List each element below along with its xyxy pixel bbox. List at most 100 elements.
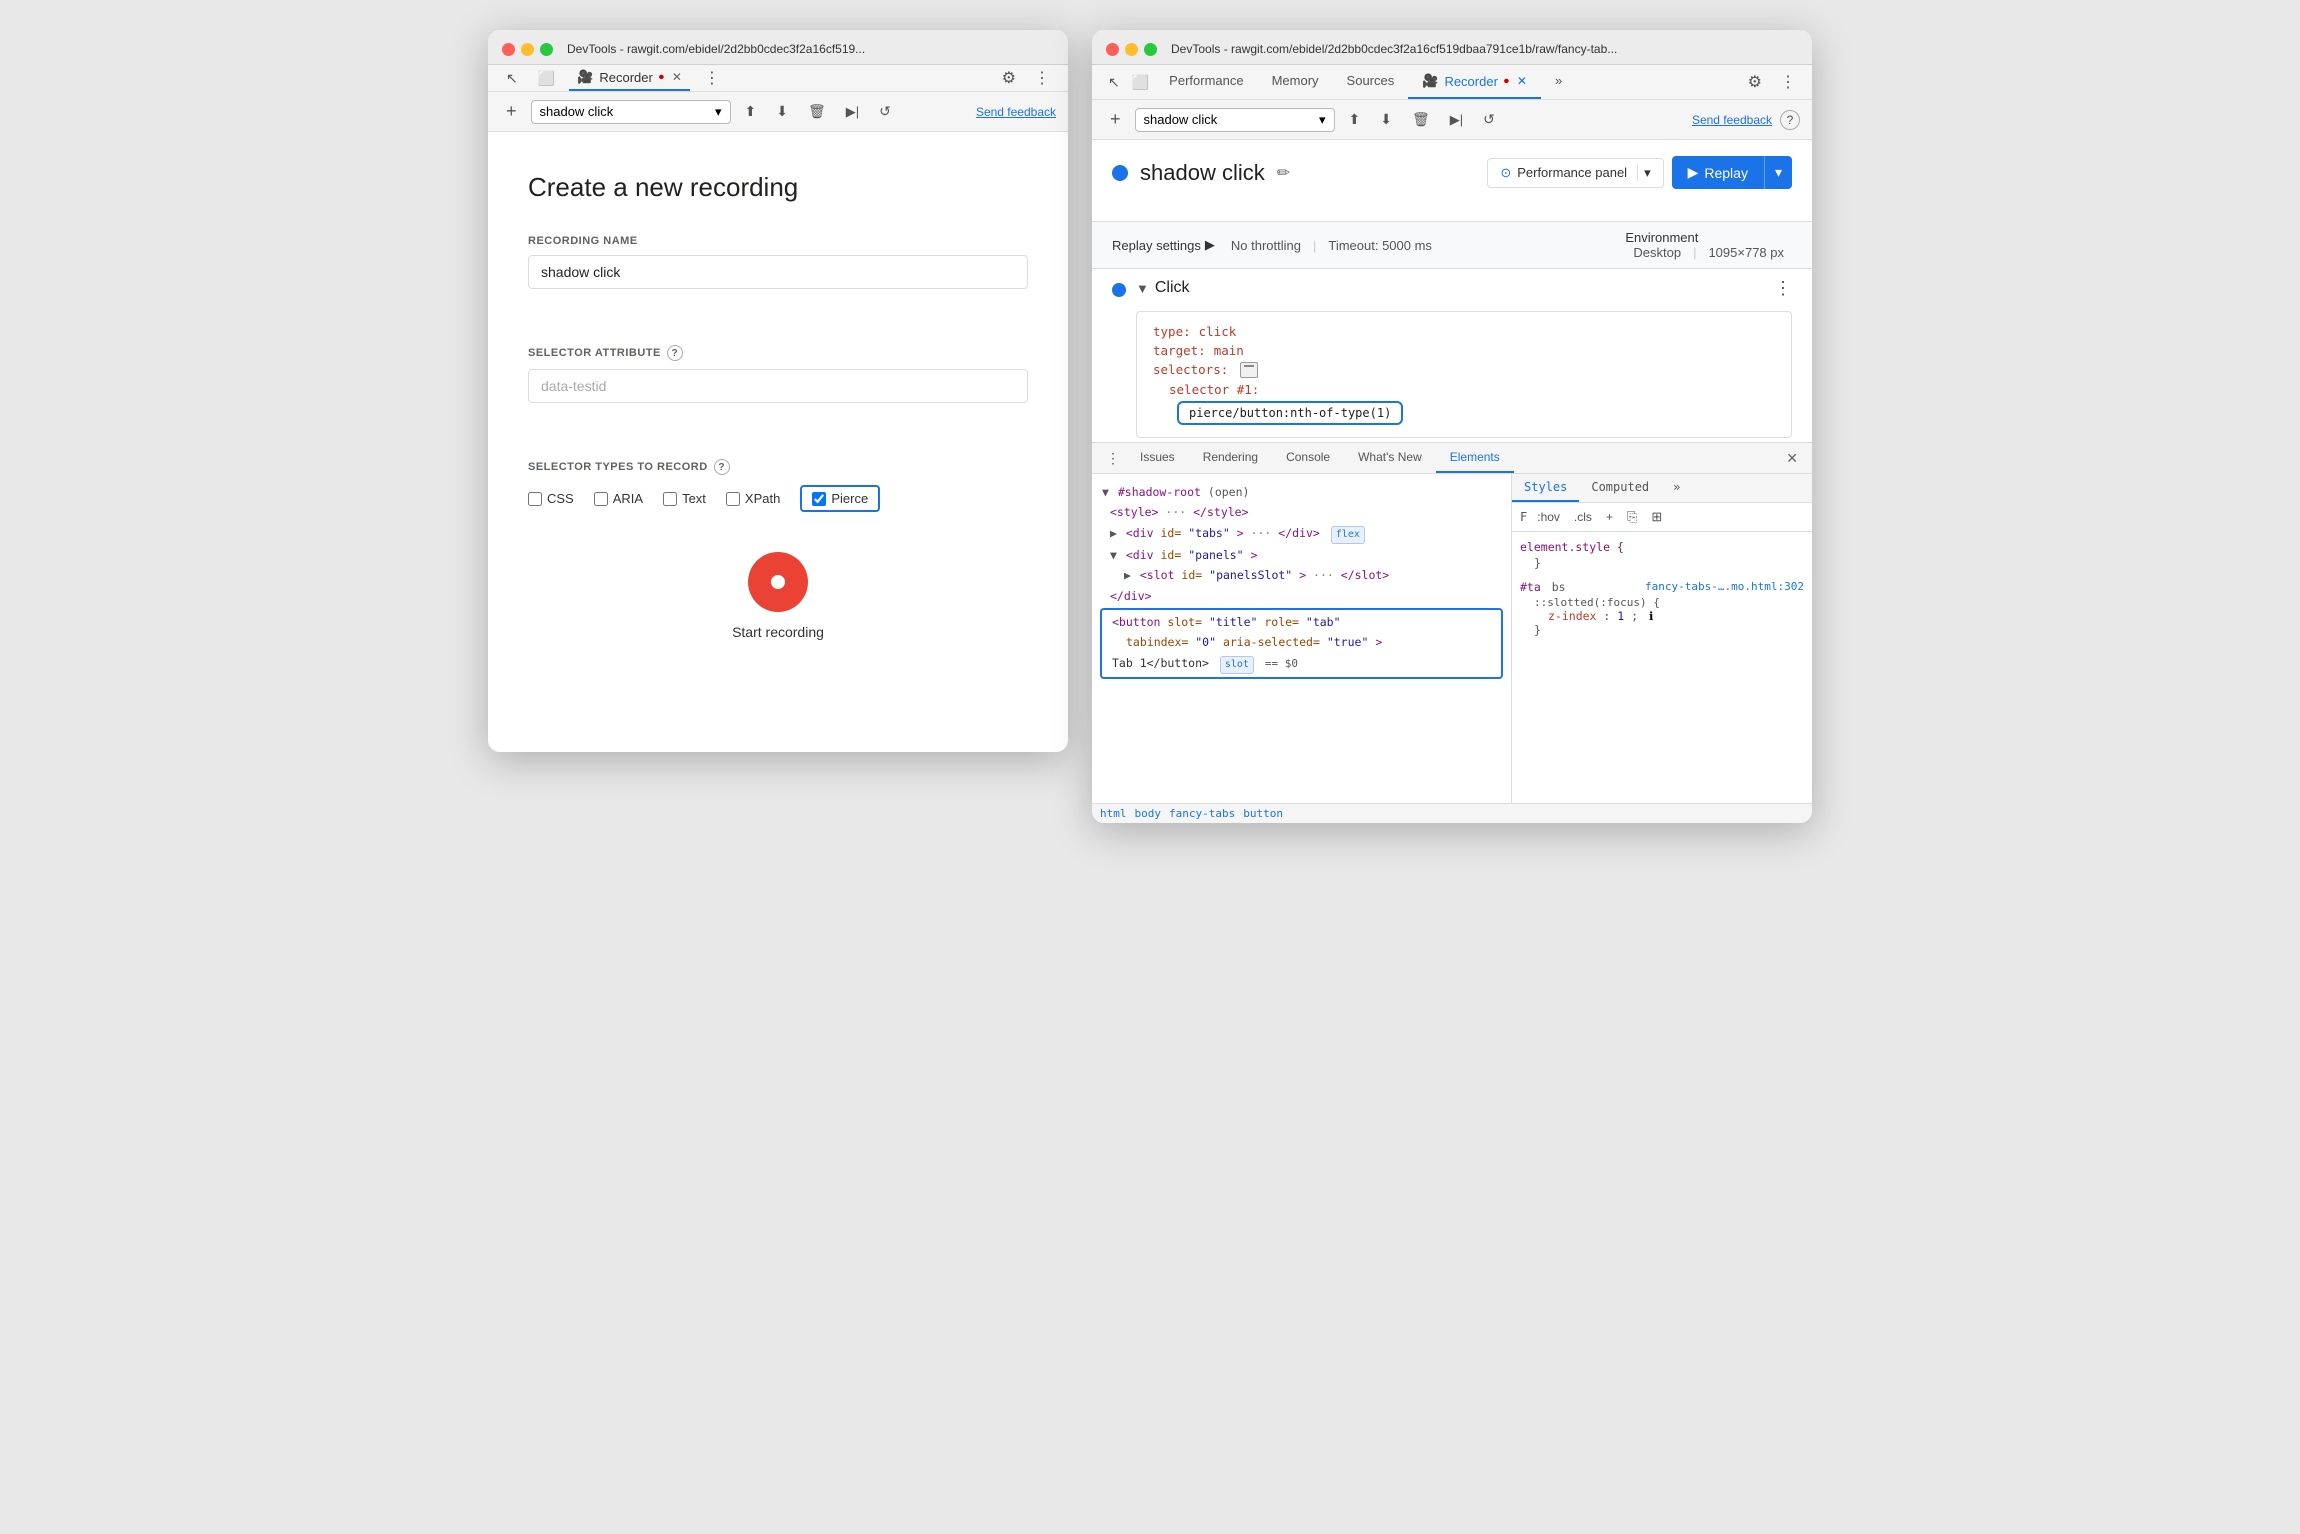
start-recording-button[interactable] — [748, 552, 808, 612]
recording-name-input[interactable] — [528, 255, 1028, 289]
selector-attr-input[interactable] — [528, 369, 1028, 403]
checkbox-css-input[interactable] — [528, 492, 542, 506]
checkbox-xpath[interactable]: XPath — [726, 491, 780, 506]
checkbox-text-input[interactable] — [663, 492, 677, 506]
styles-hov-btn[interactable]: :hov — [1533, 508, 1564, 526]
left-dropdown-arrow[interactable]: ▾ — [715, 104, 722, 120]
right-download-btn[interactable]: ⬇ — [1374, 108, 1398, 131]
left-device-btn[interactable]: ⬜ — [532, 67, 561, 90]
styles-ta-source[interactable]: fancy-tabs-….mo.html:302 — [1645, 580, 1804, 593]
selector-value: pierce/button:nth-of-type(1) — [1177, 401, 1403, 425]
styles-tabs-row: Styles Computed » — [1512, 474, 1812, 503]
styles-element-body: } — [1520, 556, 1804, 570]
bc-button[interactable]: button — [1243, 807, 1283, 820]
tab-sources[interactable]: Sources — [1333, 65, 1409, 99]
left-rewind-btn[interactable]: ↺ — [873, 100, 897, 123]
tab-recorder[interactable]: 🎥 Recorder ⏺ ✕ — [1408, 65, 1541, 99]
close-traffic-light[interactable] — [502, 43, 515, 56]
replay-controls: ⊙ Performance panel ▾ ▶ Replay ▾ — [1487, 156, 1792, 189]
replay-settings-link[interactable]: Replay settings ▶ — [1112, 237, 1215, 253]
replay-play-icon: ▶ — [1688, 164, 1699, 181]
checkbox-aria[interactable]: ARIA — [594, 491, 643, 506]
right-rewind-btn[interactable]: ↺ — [1477, 108, 1501, 131]
right-menu-nav-btn[interactable]: ⋮ — [1774, 69, 1802, 95]
left-feedback-link[interactable]: Send feedback — [976, 105, 1056, 119]
styles-rule-ta: #ta bs fancy-tabs-….mo.html:302 ::slotte… — [1520, 580, 1804, 637]
left-recording-name: shadow click — [540, 104, 614, 119]
recorder-right-close[interactable]: ✕ — [1517, 74, 1527, 88]
left-play-btn[interactable]: ▶| — [840, 101, 865, 123]
left-more-tabs-btn[interactable]: ⋮ — [698, 65, 726, 91]
devtools-tab-rendering[interactable]: Rendering — [1189, 443, 1272, 473]
styles-cls-btn[interactable]: .cls — [1570, 508, 1596, 526]
styles-add-btn[interactable]: + — [1602, 508, 1617, 526]
step-status-dot — [1112, 283, 1126, 297]
minimize-traffic-light[interactable] — [521, 43, 534, 56]
right-dropdown-arrow[interactable]: ▾ — [1319, 112, 1326, 128]
devtools-tab-elements[interactable]: Elements — [1436, 443, 1514, 473]
replay-dropdown-arrow[interactable]: ▾ — [1764, 156, 1792, 189]
tab-memory[interactable]: Memory — [1258, 65, 1333, 99]
performance-panel-button[interactable]: ⊙ Performance panel ▾ — [1487, 158, 1663, 188]
checkbox-css[interactable]: CSS — [528, 491, 574, 506]
tab-performance[interactable]: Performance — [1155, 65, 1257, 99]
right-play-btn[interactable]: ▶| — [1444, 109, 1469, 131]
styles-copy-btn[interactable]: ⎘ — [1623, 507, 1641, 527]
right-delete-btn[interactable]: 🗑 — [1406, 108, 1436, 131]
left-new-recording-btn[interactable]: + — [500, 98, 523, 125]
tab-more[interactable]: » — [1541, 65, 1576, 99]
left-cursor-btn[interactable]: ↖ — [500, 67, 524, 90]
bc-html[interactable]: html — [1100, 807, 1127, 820]
styles-tab-styles[interactable]: Styles — [1512, 474, 1579, 502]
right-upload-btn[interactable]: ⬆ — [1343, 108, 1367, 131]
checkbox-text[interactable]: Text — [663, 491, 706, 506]
styles-tab-computed[interactable]: Computed — [1579, 474, 1661, 502]
right-recording-name: shadow click — [1144, 112, 1218, 127]
styles-tab-more[interactable]: » — [1661, 474, 1692, 502]
checkbox-pierce-input[interactable] — [812, 492, 826, 506]
el-shadow-root: ▼ #shadow-root (open) — [1096, 482, 1507, 502]
right-settings-nav-btn[interactable]: ⚙ — [1742, 69, 1768, 95]
left-recorder-tab[interactable]: 🎥 Recorder ⏺ ✕ — [569, 65, 690, 91]
devtools-tab-console[interactable]: Console — [1272, 443, 1344, 473]
checkbox-aria-input[interactable] — [594, 492, 608, 506]
devtools-tab-issues[interactable]: Issues — [1126, 443, 1189, 473]
bc-body[interactable]: body — [1135, 807, 1162, 820]
left-delete-btn[interactable]: 🗑 — [802, 100, 832, 123]
styles-zindex-info[interactable]: ℹ — [1649, 609, 1653, 623]
devtools-close-btn[interactable]: ✕ — [1780, 447, 1804, 470]
right-feedback-link[interactable]: Send feedback — [1692, 113, 1772, 127]
checkbox-xpath-input[interactable] — [726, 492, 740, 506]
edit-recording-icon[interactable]: ✏ — [1277, 163, 1290, 183]
selector-types-help-icon[interactable]: ? — [714, 459, 730, 475]
devtools-drag-handle[interactable]: ⋮ — [1100, 446, 1126, 471]
right-recording-name-dropdown[interactable]: shadow click ▾ — [1135, 108, 1335, 132]
styles-toggle-btn[interactable]: ⊞ — [1647, 507, 1666, 527]
selector-attr-help-icon[interactable]: ? — [667, 345, 683, 361]
perf-dropdown-arrow[interactable]: ▾ — [1644, 165, 1651, 181]
left-menu-btn[interactable]: ⋮ — [1028, 65, 1056, 91]
right-minimize-light[interactable] — [1125, 43, 1138, 56]
checkbox-pierce[interactable]: Pierce — [800, 485, 880, 512]
step-more-button[interactable]: ⋮ — [1774, 279, 1792, 297]
step-collapse-icon[interactable]: ▼ — [1136, 281, 1149, 296]
create-recording-title: Create a new recording — [528, 172, 1028, 203]
left-settings-btn[interactable]: ⚙ — [996, 65, 1022, 91]
left-recording-name-dropdown[interactable]: shadow click ▾ — [531, 100, 731, 124]
recorder-tab-close[interactable]: ✕ — [672, 70, 682, 84]
left-upload-btn[interactable]: ⬆ — [739, 100, 763, 123]
el-button-selected[interactable]: <button slot= "title" role= "tab" tabind… — [1100, 608, 1503, 679]
styles-zindex-prop: z-index : 1 ; ℹ — [1520, 609, 1804, 623]
replay-button[interactable]: ▶ Replay ▾ — [1672, 156, 1792, 189]
maximize-traffic-light[interactable] — [540, 43, 553, 56]
right-close-light[interactable] — [1106, 43, 1119, 56]
right-maximize-light[interactable] — [1144, 43, 1157, 56]
right-device-btn[interactable]: ⬜ — [1126, 65, 1155, 99]
devtools-tab-whatsnew[interactable]: What's New — [1344, 443, 1436, 473]
el-style: <style> ··· </style> — [1096, 502, 1507, 522]
left-download-btn[interactable]: ⬇ — [770, 100, 794, 123]
right-new-recording-btn[interactable]: + — [1104, 106, 1127, 133]
right-help-btn[interactable]: ? — [1780, 110, 1800, 130]
right-cursor-btn[interactable]: ↖ — [1102, 65, 1126, 99]
bc-fancy-tabs[interactable]: fancy-tabs — [1169, 807, 1235, 820]
